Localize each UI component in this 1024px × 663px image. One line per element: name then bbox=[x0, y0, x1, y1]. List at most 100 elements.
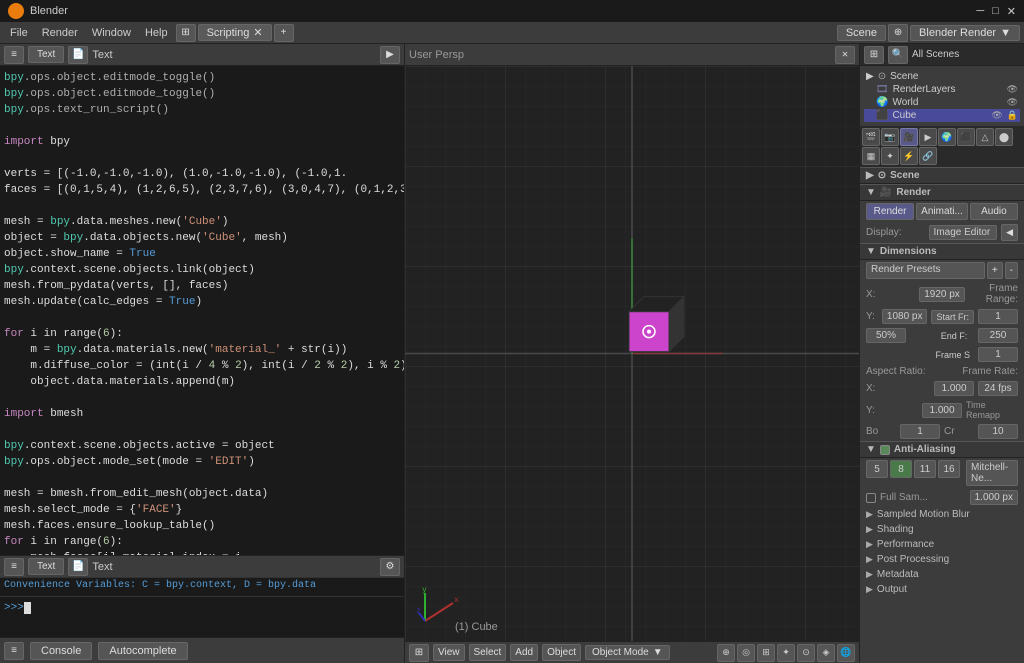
tab-physics[interactable]: ⚡ bbox=[900, 147, 918, 165]
script-icon2[interactable]: 📄 bbox=[68, 46, 88, 64]
output-section[interactable]: ▶ Output bbox=[860, 582, 1024, 597]
tab-render-settings[interactable]: 📷 bbox=[881, 128, 899, 146]
end-frame-value[interactable]: 250 bbox=[978, 328, 1018, 343]
script-settings-icon[interactable]: ⚙ bbox=[380, 558, 400, 576]
aa-16[interactable]: 16 bbox=[938, 460, 960, 478]
scene-selector[interactable]: Scene bbox=[837, 25, 886, 41]
layout-icon[interactable]: ⊞ bbox=[176, 24, 196, 42]
scene-section[interactable]: ▶ ⊙ Scene bbox=[860, 167, 1024, 184]
aa-11[interactable]: 11 bbox=[914, 460, 936, 478]
tab-material[interactable]: ⬤ bbox=[995, 128, 1013, 146]
cube-eye-icon[interactable]: 👁 bbox=[991, 110, 1002, 121]
aspect-x-value[interactable]: 1.000 bbox=[934, 381, 974, 396]
menu-help[interactable]: Help bbox=[139, 25, 174, 41]
post-processing-section[interactable]: ▶ Post Processing bbox=[860, 552, 1024, 567]
scripting-tab[interactable]: Scripting ✕ bbox=[198, 24, 272, 41]
aspect-y-value[interactable]: 1.000 bbox=[922, 403, 962, 418]
menu-render[interactable]: Render bbox=[36, 25, 84, 41]
vp-globe-icon[interactable]: 🌐 bbox=[837, 644, 855, 662]
aa-section[interactable]: ▼ Anti-Aliasing bbox=[860, 441, 1024, 458]
presets-add[interactable]: + bbox=[987, 262, 1003, 279]
render-tab-render[interactable]: Render bbox=[866, 203, 914, 220]
display-value[interactable]: Image Editor bbox=[929, 225, 998, 240]
vp-icon6[interactable]: ◈ bbox=[817, 644, 835, 662]
text-icon[interactable]: ≡ bbox=[4, 558, 24, 576]
cr-value[interactable]: 10 bbox=[978, 424, 1018, 439]
outliner-cube[interactable]: ⬛ Cube 👁 🔒 bbox=[864, 109, 1020, 122]
presets-remove[interactable]: - bbox=[1005, 262, 1018, 279]
tab-mesh[interactable]: △ bbox=[976, 128, 994, 146]
menu-window[interactable]: Window bbox=[86, 25, 137, 41]
console-button[interactable]: Console bbox=[30, 642, 92, 660]
metadata-section[interactable]: ▶ Metadata bbox=[860, 567, 1024, 582]
frame-s-value[interactable]: 1 bbox=[978, 347, 1018, 362]
renderlayers-eye-icon[interactable]: 👁 bbox=[1007, 84, 1018, 95]
cube-lock-icon[interactable]: 🔒 bbox=[1007, 110, 1018, 121]
script-content[interactable]: bpy.ops.object.editmode_toggle() bpy.ops… bbox=[0, 66, 404, 555]
outliner-world[interactable]: 🌍 World 👁 bbox=[864, 96, 1020, 109]
outliner-scene[interactable]: ▶ ⊙ Scene bbox=[864, 70, 1020, 83]
maximize-button[interactable]: □ bbox=[992, 5, 999, 18]
aa-checkbox[interactable] bbox=[880, 445, 890, 455]
scale-value[interactable]: 50% bbox=[866, 328, 906, 343]
fps-value[interactable]: 24 fps bbox=[978, 381, 1018, 396]
vp-icon3[interactable]: ⊞ bbox=[757, 644, 775, 662]
shading-section[interactable]: ▶ Shading bbox=[860, 522, 1024, 537]
script-view-icon[interactable]: ≡ bbox=[4, 46, 24, 64]
tab-render[interactable]: 🎥 bbox=[900, 128, 918, 146]
start-frame-num[interactable]: 1 bbox=[978, 309, 1018, 324]
add-btn[interactable]: Add bbox=[510, 644, 538, 661]
run-script-icon[interactable]: ▶ bbox=[380, 46, 400, 64]
aa-filter[interactable]: Mitchell-Ne... bbox=[966, 460, 1018, 486]
full-sam-checkbox[interactable] bbox=[866, 493, 876, 503]
add-screen-icon[interactable]: + bbox=[274, 24, 294, 42]
tab-constraints[interactable]: 🔗 bbox=[919, 147, 937, 165]
console-icon[interactable]: ≡ bbox=[4, 642, 24, 660]
vp-footer-icon[interactable]: ⊞ bbox=[409, 644, 429, 662]
scene-icon[interactable]: ⊕ bbox=[888, 24, 908, 42]
outliner-renderlayers[interactable]: 🎞 RenderLayers 👁 bbox=[864, 83, 1020, 96]
outliner-icon[interactable]: ⊞ bbox=[864, 46, 884, 64]
world-eye-icon[interactable]: 👁 bbox=[1007, 97, 1018, 108]
select-btn[interactable]: Select bbox=[469, 644, 507, 661]
scripting-tab-close[interactable]: ✕ bbox=[253, 26, 262, 39]
start-frame-value[interactable]: Start Fr: bbox=[931, 310, 974, 324]
vp-icon5[interactable]: ⊙ bbox=[797, 644, 815, 662]
render-presets[interactable]: Render Presets bbox=[866, 262, 985, 279]
aa-8[interactable]: 8 bbox=[890, 460, 912, 478]
render-tab-audio[interactable]: Audio bbox=[970, 203, 1018, 220]
vp-icon1[interactable]: ⊕ bbox=[717, 644, 735, 662]
script-tab[interactable]: Text bbox=[28, 46, 64, 63]
tab-texture[interactable]: ▦ bbox=[862, 147, 880, 165]
view-btn[interactable]: View bbox=[433, 644, 465, 661]
script-icon3[interactable]: 📄 bbox=[68, 558, 88, 576]
tab-anim[interactable]: ▶ bbox=[919, 128, 937, 146]
render-section[interactable]: ▼ 🎥 Render bbox=[860, 184, 1024, 201]
vp-icon2[interactable]: ◎ bbox=[737, 644, 755, 662]
display-expand-btn[interactable]: ◀ bbox=[1001, 224, 1018, 241]
close-button[interactable]: ✕ bbox=[1007, 5, 1016, 18]
dimensions-section[interactable]: ▼ Dimensions bbox=[860, 243, 1024, 260]
outliner-search-icon[interactable]: 🔍 bbox=[888, 46, 908, 64]
render-engine-selector[interactable]: Blender Render ▼ bbox=[910, 25, 1020, 41]
vp-icon4[interactable]: ✦ bbox=[777, 644, 795, 662]
viewport-canvas[interactable]: x y z (1) Cube bbox=[405, 66, 859, 641]
object-btn[interactable]: Object bbox=[542, 644, 581, 661]
tab-object[interactable]: ⬛ bbox=[957, 128, 975, 146]
res-y-value[interactable]: 1080 px bbox=[882, 309, 928, 324]
console-input-area[interactable]: >>> bbox=[0, 596, 404, 618]
tab-scene[interactable]: 🎬 bbox=[862, 128, 880, 146]
viewport-close-btn[interactable]: ✕ bbox=[835, 46, 855, 64]
autocomplete-button[interactable]: Autocomplete bbox=[98, 642, 187, 660]
render-tab-anim[interactable]: Animati... bbox=[916, 203, 968, 220]
sampled-motion-blur-section[interactable]: ▶ Sampled Motion Blur bbox=[860, 507, 1024, 522]
menu-file[interactable]: File bbox=[4, 25, 34, 41]
aa-5[interactable]: 5 bbox=[866, 460, 888, 478]
bo-value[interactable]: 1 bbox=[900, 424, 940, 439]
tab-world[interactable]: 🌍 bbox=[938, 128, 956, 146]
res-x-value[interactable]: 1920 px bbox=[919, 287, 965, 302]
performance-section[interactable]: ▶ Performance bbox=[860, 537, 1024, 552]
full-sam-value[interactable]: 1.000 px bbox=[970, 490, 1018, 505]
tab-particles[interactable]: ✦ bbox=[881, 147, 899, 165]
text-footer-tab[interactable]: Text bbox=[28, 558, 64, 575]
